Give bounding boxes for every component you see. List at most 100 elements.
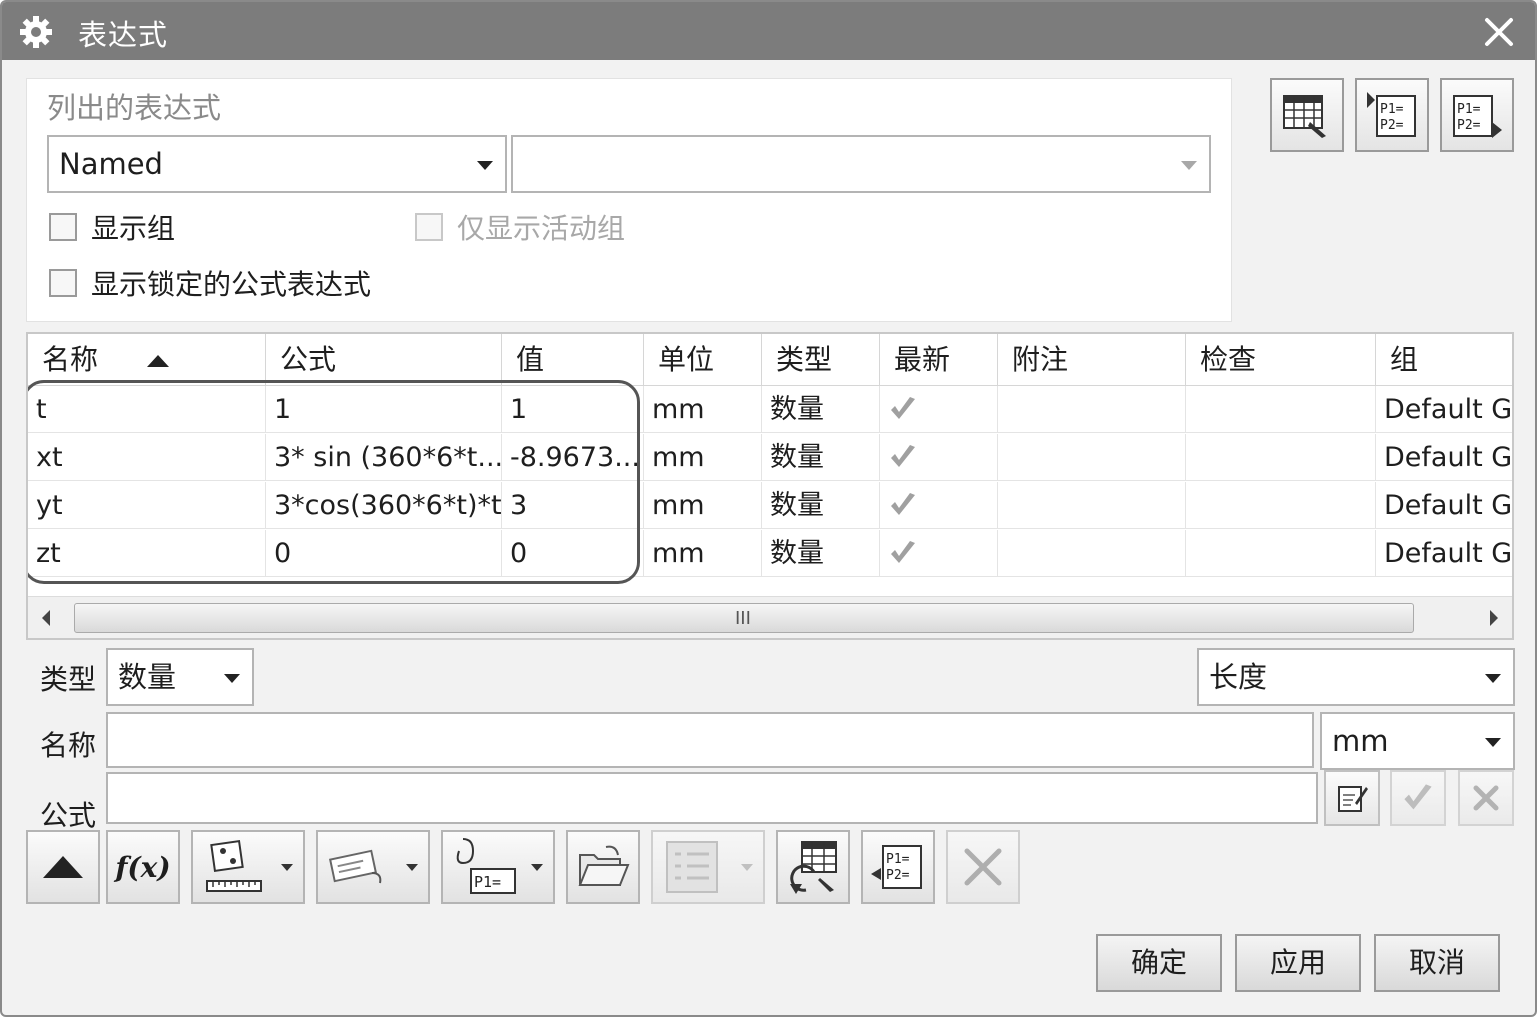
unit-combo[interactable]: mm <box>1320 712 1515 770</box>
chevron-down-icon <box>1181 161 1197 170</box>
table-row[interactable]: xt 3* sin (360*6*t... -8.9673... mm 数量 D… <box>28 434 1512 481</box>
column-header-value[interactable]: 值 <box>502 334 644 386</box>
functions-button[interactable]: f(x) <box>106 830 180 904</box>
svg-text:P1=: P1= <box>474 873 501 891</box>
column-header-note[interactable]: 附注 <box>998 334 1186 386</box>
svg-text:P2=: P2= <box>1380 118 1404 133</box>
scroll-left-icon[interactable] <box>42 610 50 626</box>
cell-unit: mm <box>644 530 762 577</box>
column-header-label: 最新 <box>894 343 951 376</box>
scroll-right-icon[interactable] <box>1490 610 1498 626</box>
reference-button[interactable]: P1= <box>441 830 555 904</box>
dimension-combo[interactable]: 长度 <box>1197 648 1515 706</box>
scroll-grip: III <box>735 608 751 629</box>
cell-type: 数量 <box>762 482 880 529</box>
chevron-down-icon <box>224 674 240 683</box>
active-group-only-checkbox[interactable]: 仅显示活动组 <box>415 207 625 247</box>
cell-formula: 0 <box>266 530 502 577</box>
column-header-label: 类型 <box>776 343 833 376</box>
gear-icon <box>20 16 52 48</box>
reject-edit-button[interactable] <box>1458 770 1514 826</box>
column-header-type[interactable]: 类型 <box>762 334 880 386</box>
apply-button[interactable]: 应用 <box>1235 934 1361 992</box>
scroll-thumb[interactable]: III <box>74 603 1414 633</box>
show-locked-checkbox[interactable]: 显示锁定的公式表达式 <box>49 263 371 303</box>
column-header-check[interactable]: 检查 <box>1186 334 1376 386</box>
table-row[interactable]: t 1 1 mm 数量 Default G <box>28 386 1512 433</box>
checkbox-box[interactable] <box>49 269 77 297</box>
table-header: 名称 公式 值 单位 类型 最新 附注 检查 组 <box>28 334 1512 386</box>
cell-unit: mm <box>644 386 762 433</box>
formula-input[interactable] <box>106 772 1318 824</box>
measure-button[interactable] <box>191 830 305 904</box>
functions-list-icon <box>328 849 382 884</box>
checkbox-box[interactable] <box>49 213 77 241</box>
cell-name: yt <box>28 482 266 529</box>
column-header-group[interactable]: 组 <box>1376 334 1512 386</box>
column-header-unit[interactable]: 单位 <box>644 334 762 386</box>
type-combo-value: 数量 <box>118 660 177 694</box>
cell-check <box>1186 434 1376 481</box>
horizontal-scrollbar[interactable]: III <box>28 596 1512 638</box>
chevron-down-icon <box>531 864 543 871</box>
svg-text:P2=: P2= <box>886 868 910 883</box>
create-interpart-icon: P1= P2= <box>871 845 922 889</box>
filter-combo[interactable]: Named <box>47 135 507 193</box>
chevron-down-icon <box>281 864 293 871</box>
check-icon <box>891 493 915 515</box>
cell-group: Default G <box>1384 442 1513 473</box>
show-groups-checkbox[interactable]: 显示组 <box>49 207 175 247</box>
active-group-only-label: 仅显示活动组 <box>457 212 626 245</box>
type-combo[interactable]: 数量 <box>106 648 254 706</box>
import-expressions-button[interactable]: P1= P2= <box>1355 78 1429 152</box>
functions-list-button[interactable] <box>316 830 430 904</box>
close-icon[interactable] <box>1481 14 1517 50</box>
svg-text:P2=: P2= <box>1457 118 1481 133</box>
name-label: 名称 <box>40 729 97 762</box>
cell-uptodate <box>880 530 998 577</box>
cell-check <box>1186 482 1376 529</box>
name-input[interactable] <box>106 712 1314 768</box>
formula-label: 公式 <box>40 799 97 832</box>
cell-type: 数量 <box>762 530 880 577</box>
open-folder-icon <box>578 845 630 886</box>
filter-combo-value: Named <box>59 147 163 181</box>
delete-button[interactable] <box>946 830 1020 904</box>
table-row[interactable]: zt 0 0 mm 数量 Default G <box>28 530 1512 577</box>
spreadsheet-edit-button[interactable] <box>1270 78 1344 152</box>
table-row[interactable]: yt 3*cos(360*6*t)*t 3 mm 数量 Default G <box>28 482 1512 529</box>
ok-button[interactable]: 确定 <box>1096 934 1222 992</box>
show-locked-label: 显示锁定的公式表达式 <box>91 268 372 301</box>
group-filter-combo[interactable] <box>511 135 1211 193</box>
check-icon <box>891 541 915 563</box>
list-button[interactable] <box>651 830 765 904</box>
collapse-up-button[interactable] <box>26 830 100 904</box>
cell-check <box>1186 530 1376 577</box>
expressions-dialog: 表达式 列出的表达式 Named 显示组 仅显示活动组 显示锁定的公式表达式 P… <box>0 0 1537 1017</box>
cell-formula: 1 <box>266 386 502 433</box>
edit-document-icon <box>1338 786 1368 812</box>
column-header-label: 名称 <box>42 343 99 376</box>
column-header-name[interactable]: 名称 <box>28 334 266 386</box>
create-interpart-button[interactable]: P1= P2= <box>861 830 935 904</box>
accept-edit-button[interactable] <box>1390 770 1446 826</box>
cell-unit: mm <box>644 434 762 481</box>
spreadsheet-edit-icon <box>1283 95 1326 138</box>
export-expressions-button[interactable]: P1= P2= <box>1440 78 1514 152</box>
column-header-formula[interactable]: 公式 <box>266 334 502 386</box>
cell-value: 0 <box>502 530 644 577</box>
cancel-button[interactable]: 取消 <box>1374 934 1500 992</box>
column-header-uptodate[interactable]: 最新 <box>880 334 998 386</box>
open-file-button[interactable] <box>566 830 640 904</box>
column-header-label: 组 <box>1390 343 1419 376</box>
cell-value: 1 <box>502 386 644 433</box>
svg-text:P1=: P1= <box>1380 102 1404 117</box>
dialog-title: 表达式 <box>78 18 169 52</box>
edit-formula-button[interactable] <box>1324 770 1380 826</box>
list-icon <box>666 841 718 893</box>
svg-text:P1=: P1= <box>1457 102 1481 117</box>
checkbox-box[interactable] <box>415 213 443 241</box>
spreadsheet-refresh-button[interactable] <box>776 830 850 904</box>
cell-note <box>998 434 1186 481</box>
chevron-down-icon <box>477 161 493 170</box>
